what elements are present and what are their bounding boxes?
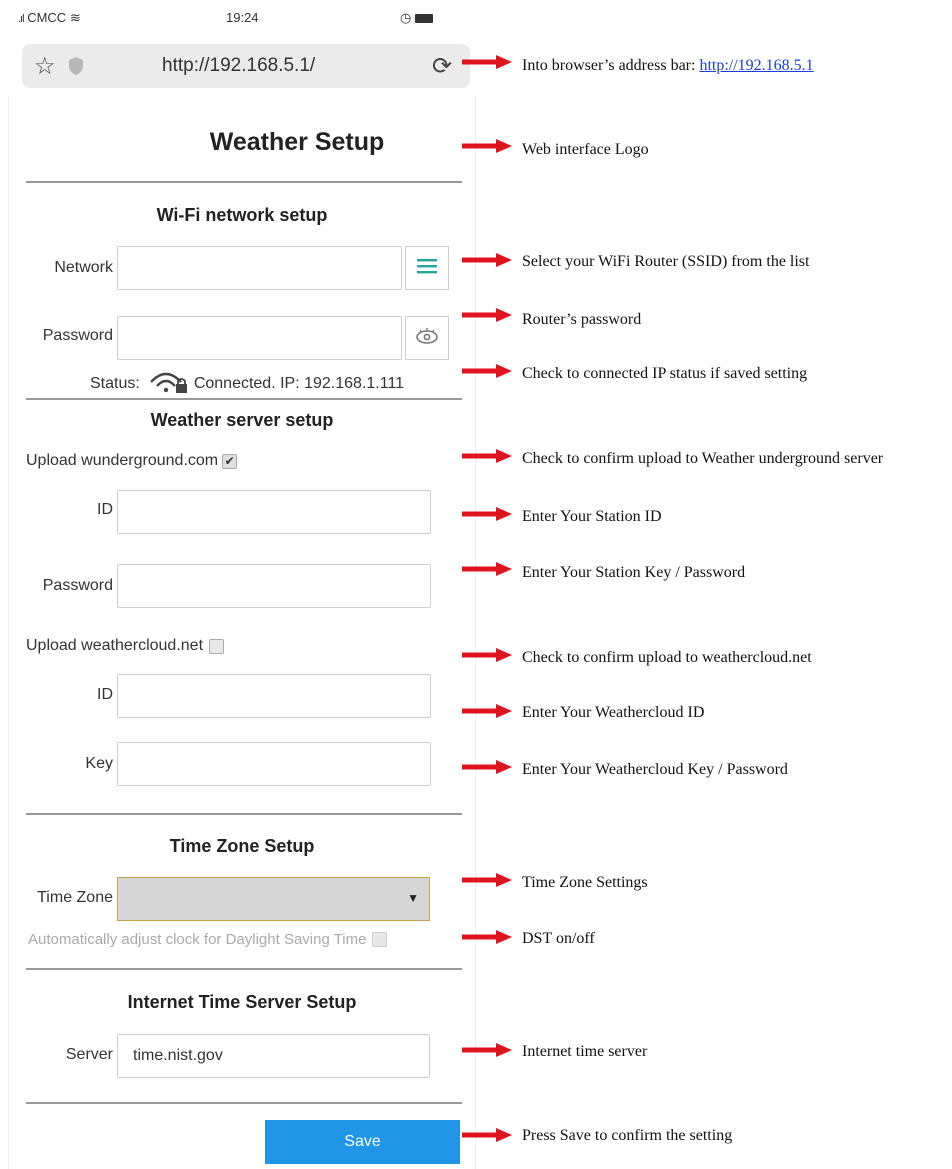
- wifi-status: Status: Connected. IP: 192.168.1.111: [90, 368, 404, 399]
- dropdown-arrow-icon: ▼: [407, 891, 419, 905]
- timezone-select[interactable]: ▼: [117, 877, 430, 921]
- red-arrow-icon: [462, 507, 512, 526]
- dst-checkbox[interactable]: [372, 932, 388, 947]
- status-text: Connected. IP: 192.168.1.111: [193, 374, 405, 392]
- network-label: Network: [54, 259, 113, 276]
- red-arrow-icon: [462, 1043, 512, 1062]
- signal-carrier: .ıl CMCC ≋: [18, 10, 81, 26]
- wu-password-label: Password: [42, 577, 113, 594]
- menu-icon: [417, 258, 437, 279]
- ntp-heading: Internet Time Server Setup: [127, 992, 357, 1012]
- red-arrow-icon: [462, 364, 512, 383]
- annotation-timezone: Time Zone Settings: [522, 874, 648, 891]
- annotation-address-bar: Into browser’s address bar: http://192.1…: [522, 57, 814, 75]
- annotation-wu-id: Enter Your Station ID: [522, 508, 662, 525]
- annotation-password: Router’s password: [522, 311, 642, 328]
- annotation-dst: DST on/off: [522, 930, 595, 947]
- password-input[interactable]: [117, 316, 402, 360]
- annotation-save: Press Save to confirm the setting: [522, 1127, 733, 1144]
- wu-password-input[interactable]: [117, 564, 431, 608]
- annotation-text: Into browser’s address bar:: [522, 57, 700, 74]
- weather-heading: Weather server setup: [150, 410, 334, 430]
- status-icons: ◷: [400, 10, 433, 26]
- red-arrow-icon: [462, 1128, 512, 1147]
- weathercloud-checkbox[interactable]: [209, 638, 225, 654]
- shield-icon[interactable]: [68, 56, 84, 81]
- signal-icon: .ıl: [18, 13, 24, 25]
- password-label: Password: [42, 327, 113, 344]
- divider: [26, 181, 462, 183]
- status-label: Status:: [90, 374, 140, 392]
- server-input[interactable]: time.nist.gov: [117, 1034, 430, 1078]
- annotation-wc-id: Enter Your Weathercloud ID: [522, 704, 705, 721]
- red-arrow-icon: [462, 873, 512, 892]
- divider: [26, 813, 462, 815]
- wc-key-label: Key: [85, 755, 113, 772]
- eye-icon: [415, 327, 439, 349]
- bookmark-star-icon[interactable]: ☆: [34, 52, 56, 81]
- annotation-ntp: Internet time server: [522, 1043, 648, 1060]
- red-arrow-icon: [462, 704, 512, 723]
- wc-id-input[interactable]: [117, 674, 431, 718]
- wunderground-checkbox[interactable]: ✔: [222, 453, 238, 469]
- wc-key-input[interactable]: [117, 742, 431, 786]
- wc-id-label: ID: [97, 686, 113, 703]
- wifi-icon: ≋: [69, 10, 81, 25]
- url-text[interactable]: http://192.168.5.1/: [162, 55, 315, 77]
- divider: [26, 1102, 462, 1104]
- reload-icon[interactable]: ⟳: [432, 52, 452, 81]
- divider: [26, 398, 462, 400]
- red-arrow-icon: [462, 139, 512, 158]
- red-arrow-icon: [462, 930, 512, 949]
- wifi-lock-icon: [148, 368, 190, 399]
- dst-label: Automatically adjust clock for Daylight …: [28, 931, 367, 948]
- timezone-heading: Time Zone Setup: [169, 836, 315, 856]
- annotation-wu-key: Enter Your Station Key / Password: [522, 564, 746, 581]
- alarm-icon: ◷: [400, 10, 412, 25]
- network-list-button[interactable]: [405, 246, 449, 290]
- weathercloud-label: Upload weathercloud.net: [26, 637, 204, 654]
- weathercloud-upload[interactable]: Upload weathercloud.net: [26, 637, 225, 655]
- wu-id-label: ID: [97, 501, 113, 518]
- wunderground-upload[interactable]: Upload wunderground.com ✔: [26, 452, 238, 470]
- wu-id-input[interactable]: [117, 490, 431, 534]
- red-arrow-icon: [462, 253, 512, 272]
- annotation-link[interactable]: http://192.168.5.1: [699, 57, 813, 74]
- annotation-wc-key: Enter Your Weathercloud Key / Password: [522, 761, 788, 778]
- red-arrow-icon: [462, 760, 512, 779]
- save-button[interactable]: Save: [265, 1120, 460, 1164]
- red-arrow-icon: [462, 562, 512, 581]
- red-arrow-icon: [462, 449, 512, 468]
- clock: 19:24: [226, 10, 259, 25]
- divider: [26, 968, 462, 970]
- wunderground-label: Upload wunderground.com: [26, 452, 219, 469]
- annotation-network: Select your WiFi Router (SSID) from the …: [522, 253, 810, 270]
- carrier-label: CMCC: [27, 10, 67, 25]
- annotation-logo: Web interface Logo: [522, 141, 649, 158]
- wifi-heading: Wi-Fi network setup: [156, 205, 328, 225]
- battery-icon: [414, 14, 433, 24]
- show-password-button[interactable]: [405, 316, 449, 360]
- red-arrow-icon: [462, 308, 512, 327]
- annotation-wu-upload: Check to confirm upload to Weather under…: [522, 450, 884, 467]
- server-label: Server: [65, 1046, 113, 1063]
- dst-option[interactable]: Automatically adjust clock for Daylight …: [28, 931, 388, 948]
- annotation-wc-upload: Check to confirm upload to weathercloud.…: [522, 649, 812, 666]
- red-arrow-icon: [462, 55, 512, 74]
- timezone-label: Time Zone: [37, 889, 113, 906]
- red-arrow-icon: [462, 648, 512, 667]
- annotation-status: Check to connected IP status if saved se…: [522, 365, 808, 382]
- network-input[interactable]: [117, 246, 402, 290]
